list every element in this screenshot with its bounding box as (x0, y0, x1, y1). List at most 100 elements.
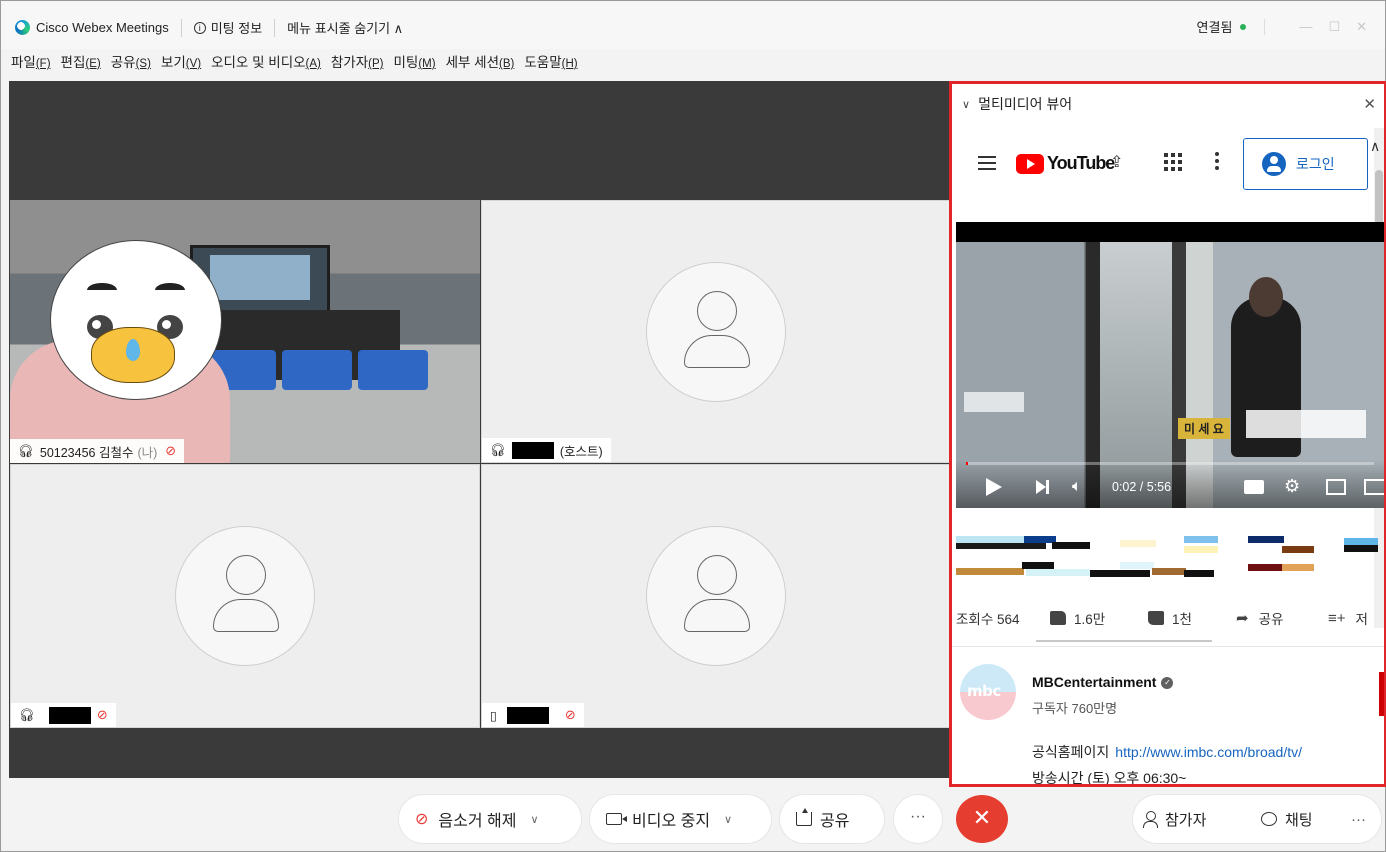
webex-logo-icon (15, 20, 30, 35)
leave-meeting-button[interactable]: ✕ (956, 795, 1008, 843)
unmute-button[interactable]: ⊘ 음소거 해제 ∨ (399, 795, 581, 843)
share-label: 공유 (820, 813, 850, 830)
default-avatar-icon (175, 526, 315, 666)
muted-mic-icon: ⊘ (165, 443, 177, 458)
frame-redacted-caption (1246, 410, 1366, 438)
menu-bar: 파일(F) 편집(E) 공유(S) 보기(V) 오디오 및 비디오(A) 참가자… (11, 51, 588, 75)
chevron-down-icon[interactable]: ∨ (724, 813, 732, 826)
close-window-button[interactable]: ✕ (1356, 19, 1367, 35)
share-screen-icon (796, 808, 812, 826)
settings-gear-icon[interactable]: ⚙ (1284, 476, 1300, 497)
channel-logo-text: mbc (967, 682, 1001, 700)
background-chair (358, 350, 428, 390)
participant-namebar: ▯ ⊘ (482, 703, 584, 727)
redacted-name (506, 706, 549, 724)
volume-icon[interactable]: 🔈︎ (1072, 478, 1082, 496)
scroll-up-icon[interactable]: ∧ (1370, 138, 1380, 155)
channel-avatar[interactable]: mbc (960, 664, 1016, 720)
panel-buttons: 참가자 채팅 ··· (1133, 795, 1381, 843)
hide-menu-button[interactable]: 메뉴 표시줄 숨기기 ∧ (287, 18, 403, 37)
share-button[interactable]: 공유 (780, 795, 884, 843)
homepage-link[interactable]: http://www.imbc.com/broad/tv/ (1115, 744, 1302, 760)
meeting-info-label: 미팅 정보 (210, 21, 263, 36)
title-bar: Cisco Webex Meetings i 미팅 정보 메뉴 표시줄 숨기기 … (1, 1, 1385, 49)
frame-redacted-caption (964, 392, 1024, 412)
login-button[interactable]: 로그인 (1243, 138, 1368, 190)
share-video-button[interactable]: ➦ 공유 (1236, 608, 1283, 628)
self-me-label: (나) (137, 445, 158, 460)
title-separator (180, 18, 182, 37)
menu-meeting[interactable]: 미팅(M) (394, 51, 436, 75)
menu-participants[interactable]: 참가자(P) (331, 51, 384, 75)
participants-panel-button[interactable]: 참가자 (1143, 809, 1206, 830)
webex-window: Cisco Webex Meetings i 미팅 정보 메뉴 표시줄 숨기기 … (0, 0, 1386, 852)
menu-share[interactable]: 공유(S) (111, 51, 151, 75)
meeting-controls: ⊘ 음소거 해제 ∨ 비디오 중지 ∨ 공유 ··· ✕ 참가자 채팅 ··· (1, 787, 1385, 851)
upload-icon[interactable]: ⇪ (1110, 152, 1123, 172)
menu-help[interactable]: 도움말(H) (524, 51, 577, 75)
background-screen (210, 255, 310, 300)
menu-audio-video[interactable]: 오디오 및 비디오(A) (211, 51, 321, 75)
like-button[interactable]: 1.6만 (1050, 608, 1105, 628)
self-video-tile[interactable]: 🎧︎ 50123456 김철수 (나) ⊘ (10, 200, 480, 463)
account-icon (1262, 152, 1286, 176)
host-label: (호스트) (559, 444, 603, 459)
self-namebar: 🎧︎ 50123456 김철수 (나) ⊘ (10, 439, 185, 463)
progress-bar[interactable] (966, 462, 1374, 465)
dislike-button[interactable]: 1천 (1148, 608, 1192, 628)
channel-name[interactable]: MBCentertainment ✓ (1032, 674, 1174, 690)
chevron-down-icon[interactable]: ∨ (530, 813, 538, 826)
close-viewer-icon[interactable]: ✕ (1363, 95, 1376, 113)
miniplayer-icon[interactable] (1326, 479, 1346, 495)
stop-video-button[interactable]: 비디오 중지 ∨ (590, 795, 771, 843)
stop-video-label: 비디오 중지 (632, 813, 711, 830)
headset-icon: 🎧︎ (19, 707, 35, 722)
apps-grid-icon[interactable] (1164, 153, 1182, 171)
minimize-button[interactable]: — (1299, 19, 1312, 34)
muted-mic-icon: ⊘ (96, 707, 108, 722)
redacted-video-title (956, 536, 1384, 584)
title-separator (274, 18, 276, 37)
share-arrow-icon: ➦ (1236, 610, 1249, 627)
youtube-logo[interactable]: YouTube (1016, 153, 1115, 174)
maximize-button[interactable]: ☐ (1328, 19, 1340, 35)
video-grid: 🎧︎ 50123456 김철수 (나) ⊘ 🎧︎ (호스트) 🎧︎ ⊘ ▯ ⊘ (9, 81, 951, 778)
headset-icon: 🎧︎ (490, 442, 506, 457)
next-icon[interactable] (1036, 480, 1049, 494)
video-camera-icon (606, 813, 627, 825)
participant-video-tile[interactable]: 🎧︎ ⊘ (10, 464, 480, 728)
participant-video-tile[interactable]: ▯ ⊘ (481, 464, 951, 728)
play-icon[interactable] (986, 478, 1002, 496)
brow-shape (155, 283, 185, 297)
more-options-button[interactable]: ··· (894, 795, 942, 843)
chat-panel-button[interactable]: 채팅 (1261, 809, 1313, 830)
kebab-menu-icon[interactable] (1215, 152, 1219, 173)
connection-status-dot (1240, 23, 1247, 30)
meeting-info-button[interactable]: i 미팅 정보 (193, 18, 263, 37)
hamburger-menu-icon[interactable] (978, 156, 996, 174)
menu-view[interactable]: 보기(V) (161, 51, 201, 75)
title-separator (1264, 18, 1266, 35)
muted-mic-icon: ⊘ (415, 811, 429, 828)
save-video-button[interactable]: ≡+ 저 (1328, 608, 1368, 628)
description-homepage: 공식홈페이지 http://www.imbc.com/broad/tv/ (1032, 744, 1303, 760)
youtube-logo-text: YouTube (1047, 153, 1115, 173)
subtitles-icon[interactable] (1244, 480, 1264, 494)
like-ratio-bar (1036, 640, 1212, 642)
viewer-header: ∨ 멀티미디어 뷰어 ✕ (952, 84, 1384, 124)
muted-mic-icon: ⊘ (564, 707, 576, 722)
host-video-tile[interactable]: 🎧︎ (호스트) (481, 200, 951, 463)
collapse-chevron-icon[interactable]: ∨ (962, 98, 970, 111)
video-player[interactable]: 미 세 요 🔈︎ 0:02 / 5:56 ⚙ (956, 222, 1384, 508)
menu-breakout[interactable]: 세부 세션(B) (446, 51, 515, 75)
add-to-playlist-icon: ≡+ (1328, 609, 1346, 627)
video-actions: 조회수 564 1.6만 1천 ➦ 공유 ≡+ 저 (956, 603, 1384, 633)
subscribe-button[interactable] (1379, 672, 1384, 716)
host-namebar: 🎧︎ (호스트) (482, 438, 611, 462)
theater-mode-icon[interactable] (1364, 479, 1384, 495)
verified-check-icon: ✓ (1161, 677, 1174, 690)
menu-edit[interactable]: 편집(E) (61, 51, 101, 75)
more-panels-button[interactable]: ··· (1351, 811, 1366, 828)
unmute-label: 음소거 해제 (438, 813, 517, 830)
menu-file[interactable]: 파일(F) (11, 51, 51, 75)
